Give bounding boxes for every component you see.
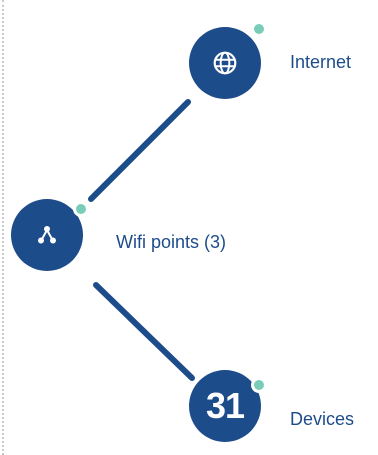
internet-status-dot (251, 21, 267, 37)
connector-wifi-devices (93, 282, 195, 381)
connector-wifi-internet (88, 99, 191, 202)
devices-status-dot (251, 377, 267, 393)
internet-label[interactable]: Internet (290, 52, 351, 73)
internet-node[interactable] (189, 27, 261, 99)
devices-label[interactable]: Devices (290, 409, 354, 430)
globe-icon (213, 51, 237, 75)
wifi-points-label[interactable]: Wifi points (3) (116, 232, 226, 253)
network-nodes-icon (38, 226, 56, 244)
wifi-points-status-dot (73, 201, 89, 217)
devices-count: 31 (205, 385, 245, 426)
devices-node[interactable]: 31 (189, 370, 261, 442)
